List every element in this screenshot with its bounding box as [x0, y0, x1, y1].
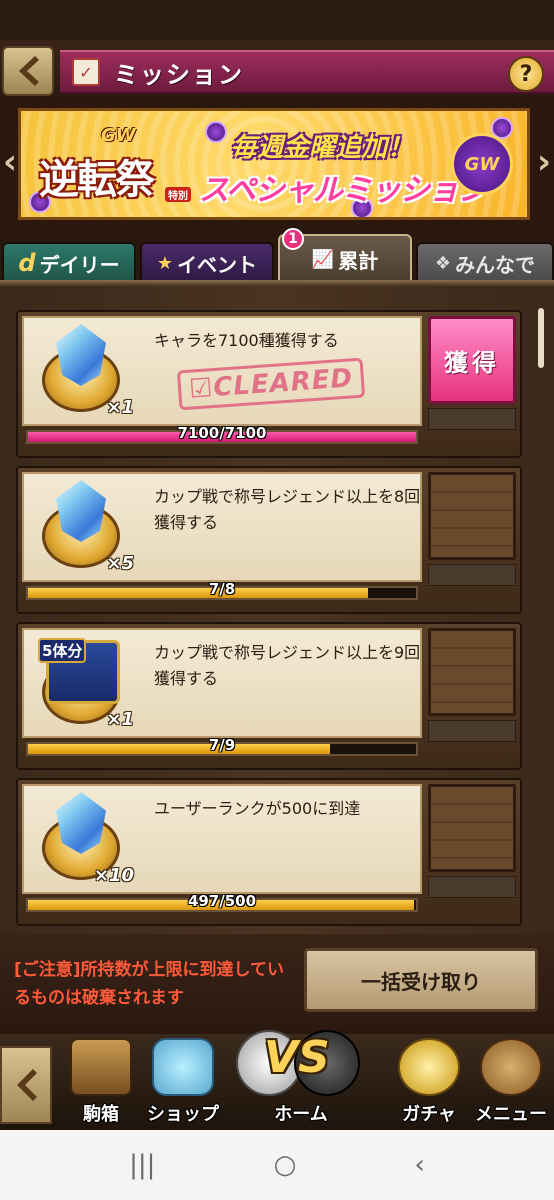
banner-prev-button[interactable]: ‹: [0, 142, 20, 182]
vs-text: VS: [264, 1032, 330, 1083]
vs-icon: VS: [228, 1026, 368, 1106]
group-icon: ❖: [434, 252, 452, 274]
back-button[interactable]: [2, 46, 54, 96]
system-nav-bar: ||| ○ ‹: [0, 1130, 554, 1200]
empty-claim-slot: [428, 472, 516, 560]
back-icon[interactable]: ‹: [414, 1150, 424, 1180]
reward-badge: ×1: [32, 324, 136, 422]
mission-description: キャラを7100種獲得する: [154, 331, 339, 350]
mission-body: 5体分 ×1 カップ戦で称号レジェンド以上を9回獲得する: [22, 628, 422, 738]
tab-everyone[interactable]: ❖ みんなで: [416, 242, 554, 282]
slot-plaque: [428, 720, 516, 742]
chart-icon: 📈: [311, 248, 335, 270]
recents-icon[interactable]: |||: [129, 1150, 155, 1180]
nav-label: メニュー: [475, 1104, 547, 1125]
notice-area: [ご注意]所持数が上限に到達しているものは破棄されます 一括受け取り: [0, 934, 554, 1034]
nav-item-koma-box[interactable]: 駒箱: [60, 1038, 142, 1128]
empty-claim-slot: [428, 784, 516, 872]
nav-back-button[interactable]: [0, 1046, 52, 1124]
gw-coin-icon: GW: [451, 133, 513, 195]
progress-text: 7/8: [208, 580, 236, 598]
tab-label: イベント: [177, 252, 258, 277]
coin-icon: [398, 1038, 460, 1096]
progress-text: 7100/7100: [177, 424, 267, 442]
tab-daily[interactable]: d デイリー: [2, 242, 136, 282]
cleared-stamp: ☑CLEARED: [176, 357, 366, 411]
tab-label: デイリー: [39, 252, 120, 277]
gear-icon: [480, 1038, 542, 1096]
event-banner[interactable]: GW 逆転祭 特別 毎週金曜追加！ スペシャルミッション GW: [18, 108, 530, 220]
star-icon: ★: [156, 252, 174, 274]
d-icon: d: [18, 249, 36, 277]
slot-plaque: [428, 408, 516, 430]
reward-quantity: ×1: [106, 397, 134, 418]
nav-label: ホーム: [274, 1104, 328, 1125]
mission-card: ×5 カップ戦で称号レジェンド以上を8回獲得する 7/8: [16, 466, 522, 614]
notification-badge: 1: [282, 228, 304, 250]
empty-claim-slot: [428, 628, 516, 716]
mission-description: カップ戦で称号レジェンド以上を9回獲得する: [154, 643, 421, 688]
chevron-left-icon: [17, 1069, 37, 1101]
banner-subheadline: スペシャルミッション: [199, 173, 488, 208]
tab-event[interactable]: ★ イベント: [140, 242, 274, 282]
progress-text: 497/500: [187, 892, 257, 910]
mission-tabs: d デイリー ★ イベント 1 📈 累計 ❖ みんなで: [0, 228, 554, 286]
claim-button[interactable]: 獲得: [428, 316, 516, 404]
mission-body: ×1 キャラを7100種獲得する ☑CLEARED: [22, 316, 422, 426]
nav-item-home[interactable]: VS ホーム: [236, 1030, 366, 1128]
tab-label: 累計: [338, 248, 379, 273]
reward-quantity: ×1: [106, 709, 134, 730]
mission-body: ×5 カップ戦で称号レジェンド以上を8回獲得する: [22, 472, 422, 582]
chevron-left-icon: [19, 56, 39, 86]
bottom-nav: 駒箱 ショップ VS ホーム ガチャ メニュー: [0, 1030, 554, 1130]
nav-item-gacha[interactable]: ガチャ: [388, 1038, 470, 1128]
mission-card: 5体分 ×1 カップ戦で称号レジェンド以上を9回獲得する 7/9: [16, 622, 522, 770]
reward-badge: ×10: [32, 792, 136, 890]
banner-logo: GW 逆転祭 特別: [39, 125, 209, 209]
shop-icon: [152, 1038, 214, 1096]
notice-text: [ご注意]所持数が上限に到達しているものは破棄されます: [14, 960, 285, 1008]
nav-label: 駒箱: [83, 1104, 119, 1125]
nav-label: ガチャ: [402, 1104, 456, 1125]
tab-label: みんなで: [455, 252, 536, 277]
banner-area: ‹ GW 逆転祭 特別 毎週金曜追加！ スペシャルミッション GW ›: [0, 104, 554, 232]
page-title: ミッション: [114, 60, 244, 89]
bulk-receive-button[interactable]: 一括受け取り: [304, 948, 538, 1012]
banner-title: 逆転祭: [39, 157, 155, 203]
progress-text: 7/9: [208, 736, 236, 754]
box-label: 5体分: [38, 638, 87, 663]
mission-card: ×10 ユーザーランクが500に到達 497/500: [16, 778, 522, 926]
nav-item-menu[interactable]: メニュー: [470, 1038, 552, 1128]
mission-list[interactable]: ×1 キャラを7100種獲得する ☑CLEARED 獲得 7100/7100 ×…: [0, 286, 554, 934]
banner-headline: 毎週金曜追加！: [231, 133, 414, 163]
slot-plaque: [428, 564, 516, 586]
help-button[interactable]: ?: [508, 56, 544, 92]
banner-title-sub: 特別: [165, 187, 191, 202]
banner-gw-tag: GW: [101, 125, 136, 146]
title-bar: ✓ ミッション ?: [60, 50, 554, 94]
checklist-icon: ✓: [72, 58, 100, 86]
reward-badge: 5体分 ×1: [32, 636, 136, 734]
reward-quantity: ×10: [93, 865, 134, 886]
scrollbar[interactable]: [538, 308, 544, 368]
slot-plaque: [428, 876, 516, 898]
nav-item-shop[interactable]: ショップ: [142, 1038, 224, 1128]
mission-body: ×10 ユーザーランクが500に到達: [22, 784, 422, 894]
cleared-stamp-label: CLEARED: [212, 363, 355, 403]
chest-icon: [70, 1038, 132, 1096]
nav-label: ショップ: [147, 1104, 219, 1125]
header-bar: ✓ ミッション ?: [0, 40, 554, 102]
home-icon[interactable]: ○: [274, 1150, 297, 1180]
mission-description: カップ戦で称号レジェンド以上を8回獲得する: [154, 487, 421, 532]
reward-badge: ×5: [32, 480, 136, 578]
banner-next-button[interactable]: ›: [534, 142, 554, 182]
reward-quantity: ×5: [106, 553, 134, 574]
mission-card: ×1 キャラを7100種獲得する ☑CLEARED 獲得 7100/7100: [16, 310, 522, 458]
mission-description: ユーザーランクが500に到達: [154, 799, 361, 818]
